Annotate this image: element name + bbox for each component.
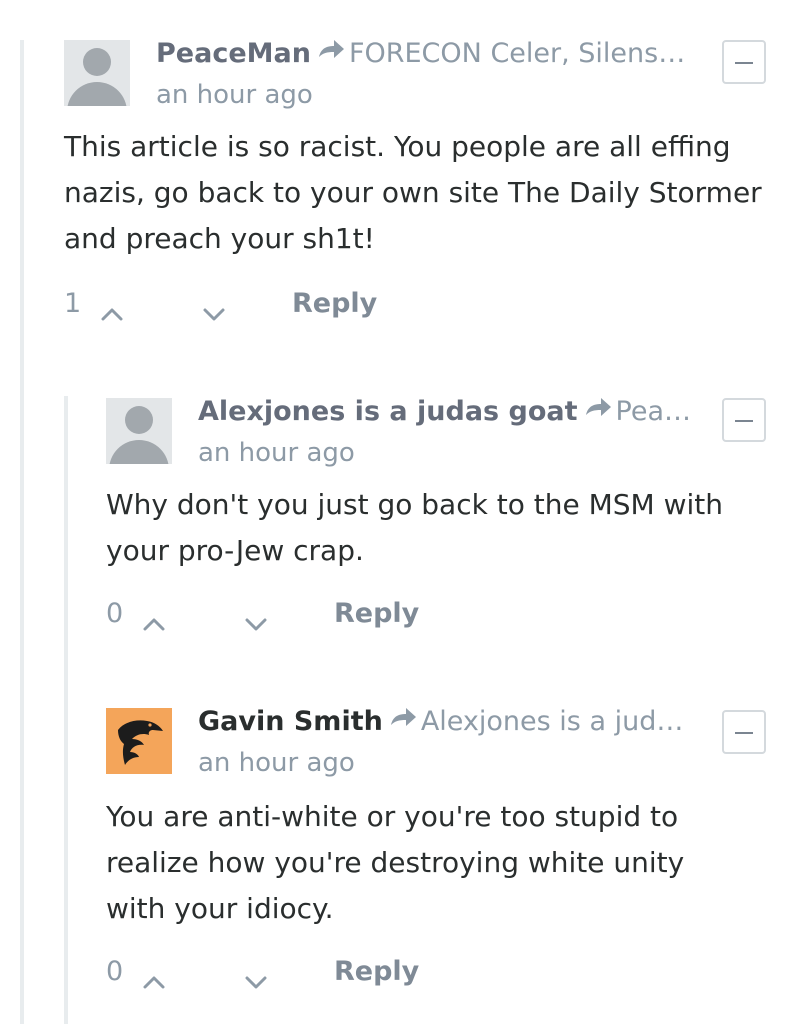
- upvote-chevron-icon[interactable]: [142, 964, 166, 1000]
- reply-button[interactable]: Reply: [334, 954, 419, 990]
- reply-button[interactable]: Reply: [334, 596, 419, 632]
- comment-actions: 0 Reply: [106, 596, 506, 632]
- collapse-button[interactable]: [722, 710, 766, 754]
- minus-icon: [735, 420, 753, 422]
- comment-header: Gavin Smith Alexjones is a jud…: [198, 706, 683, 739]
- avatar[interactable]: [64, 40, 130, 106]
- minus-icon: [735, 62, 753, 64]
- comment-thread: PeaceMan FORECON Celer, Silens… an hour a…: [0, 0, 792, 1024]
- collapse-button[interactable]: [722, 398, 766, 442]
- comment-timestamp[interactable]: an hour ago: [198, 438, 355, 468]
- downvote-chevron-icon[interactable]: [202, 297, 226, 333]
- downvote-chevron-icon[interactable]: [244, 607, 268, 643]
- reply-arrow-icon: [317, 36, 345, 68]
- upvote-chevron-icon[interactable]: [100, 296, 124, 332]
- comment-message: This article is so racist. You people ar…: [64, 130, 762, 255]
- comment-message: Why don't you just go back to the MSM wi…: [106, 488, 723, 567]
- thread-line-root: [20, 40, 24, 1024]
- vote-count: 1: [64, 288, 82, 319]
- comment-actions: 1 Reply: [64, 286, 464, 322]
- reply-arrow-icon: [584, 394, 612, 426]
- comment-timestamp[interactable]: an hour ago: [156, 80, 313, 110]
- comment-peaceman: PeaceMan FORECON Celer, Silens… an hour a…: [64, 38, 772, 340]
- eagle-icon: [118, 720, 163, 765]
- author-name[interactable]: PeaceMan: [156, 38, 311, 69]
- reply-target-name[interactable]: FORECON Celer, Silens…: [349, 38, 685, 69]
- default-user-avatar-icon: [125, 406, 153, 434]
- vote-count: 0: [106, 956, 124, 987]
- reply-target-name[interactable]: Pea…: [616, 396, 691, 427]
- comment-timestamp[interactable]: an hour ago: [198, 748, 355, 778]
- comment-actions: 0 Reply: [106, 954, 506, 990]
- author-name[interactable]: Alexjones is a judas goat: [198, 396, 578, 427]
- vote-count: 0: [106, 598, 124, 629]
- comment-gavin-smith: Gavin Smith Alexjones is a jud… an hour a…: [106, 706, 772, 1008]
- reply-arrow-icon: [389, 704, 417, 736]
- comment-header: Alexjones is a judas goat Pea…: [198, 396, 691, 429]
- thread-line-nested: [64, 396, 68, 1024]
- reply-button[interactable]: Reply: [292, 286, 377, 322]
- comment-alexjones: Alexjones is a judas goat Pea… an hour ag…: [106, 396, 772, 648]
- author-name[interactable]: Gavin Smith: [198, 706, 383, 737]
- comment-header: PeaceMan FORECON Celer, Silens…: [156, 38, 685, 71]
- default-user-avatar-icon: [83, 48, 111, 76]
- minus-icon: [735, 732, 753, 734]
- eagle-avatar[interactable]: [106, 708, 172, 774]
- avatar[interactable]: [106, 398, 172, 464]
- downvote-chevron-icon[interactable]: [244, 965, 268, 1001]
- comment-message: You are anti-white or you're too stupid …: [106, 800, 685, 925]
- collapse-button[interactable]: [722, 40, 766, 84]
- reply-target-name[interactable]: Alexjones is a jud…: [421, 706, 684, 737]
- upvote-chevron-icon[interactable]: [142, 606, 166, 642]
